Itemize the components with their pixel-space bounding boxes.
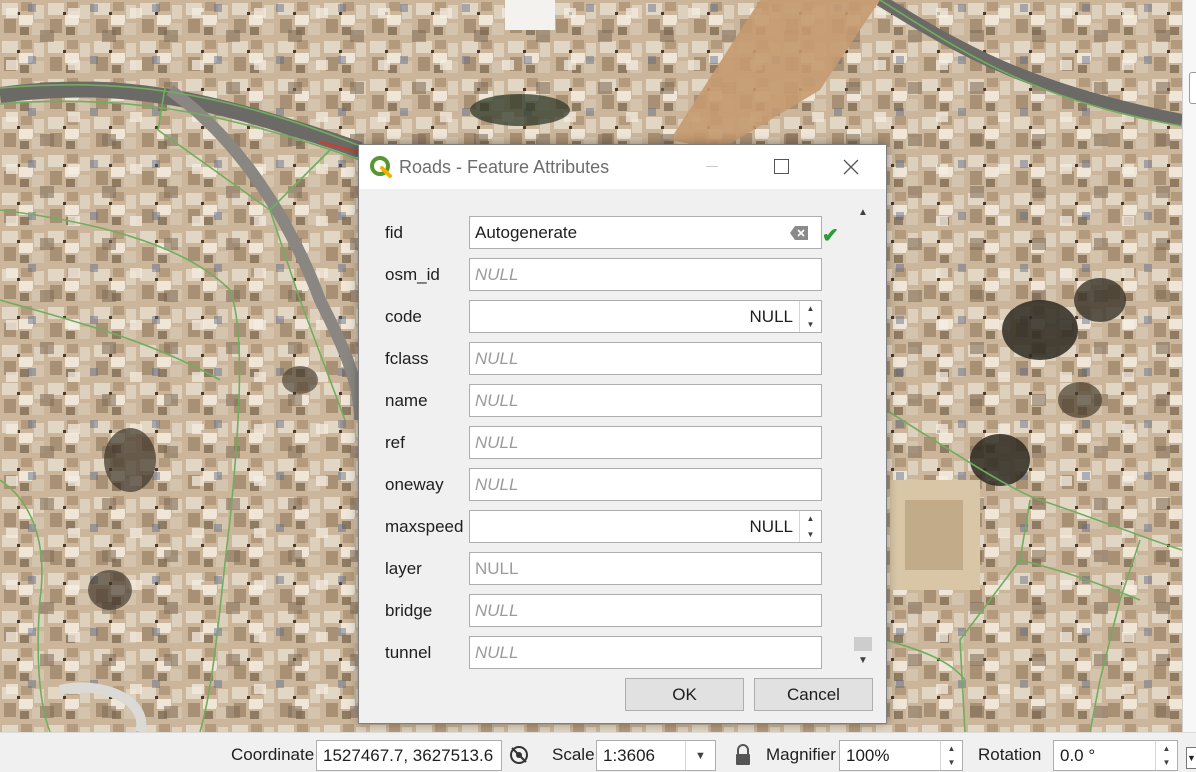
field-label-maxspeed: maxspeed <box>385 517 464 536</box>
field-label-name: name <box>385 391 428 410</box>
fclass-field[interactable]: NULL <box>469 342 822 375</box>
lock-icon[interactable] <box>733 744 753 766</box>
code-spinbox[interactable]: NULL ▲ ▼ <box>469 300 822 333</box>
scroll-down-icon[interactable]: ▼ <box>851 651 875 669</box>
field-label-layer: layer <box>385 559 422 578</box>
oneway-value: NULL <box>475 474 519 494</box>
layer-value: NULL <box>475 558 519 578</box>
coordinate-value: 1527467.7, 3627513.6 <box>323 745 494 765</box>
osm-id-value: NULL <box>475 264 519 284</box>
bridge-field[interactable]: NULL <box>469 594 822 627</box>
field-label-oneway: oneway <box>385 475 444 494</box>
ref-value: NULL <box>475 432 519 452</box>
field-label-osm-id: osm_id <box>385 265 440 284</box>
rotation-value: 0.0 ° <box>1060 745 1096 765</box>
oneway-field[interactable]: NULL <box>469 468 822 501</box>
form-scrollbar[interactable]: ▲ ▼ <box>851 203 875 669</box>
panel-collapse-handle[interactable] <box>1189 72 1196 104</box>
magnifier-value: 100% <box>846 745 890 765</box>
close-button[interactable] <box>816 145 886 189</box>
minimize-icon <box>706 166 718 167</box>
spin-up-icon[interactable]: ▲ <box>1156 741 1177 756</box>
field-label-fclass: fclass <box>385 349 429 368</box>
minimize-button[interactable] <box>677 145 747 189</box>
name-value: NULL <box>475 390 519 410</box>
scale-combobox[interactable]: 1:3606 ▼ <box>596 740 716 771</box>
spin-down-icon[interactable]: ▼ <box>800 527 821 543</box>
coordinate-label: Coordinate <box>231 745 315 764</box>
tunnel-value: NULL <box>475 642 519 662</box>
field-label-code: code <box>385 307 422 326</box>
scroll-up-icon[interactable]: ▲ <box>851 203 875 221</box>
qgis-logo-icon <box>370 156 392 178</box>
spin-up-icon[interactable]: ▲ <box>941 741 962 756</box>
code-value: NULL <box>749 306 793 326</box>
name-field[interactable]: NULL <box>469 384 822 417</box>
cancel-button[interactable]: Cancel <box>754 678 873 711</box>
field-label-ref: ref <box>385 433 405 452</box>
rotation-spinbox[interactable]: 0.0 ° ▲ ▼ <box>1053 740 1178 771</box>
render-toggle-icon[interactable] <box>507 743 531 767</box>
spin-up-icon[interactable]: ▲ <box>800 301 821 317</box>
fid-field[interactable]: Autogenerate <box>469 216 822 249</box>
map-scroll-edge <box>1182 0 1196 732</box>
maximize-icon <box>774 159 789 174</box>
close-icon <box>843 159 859 175</box>
messages-toggle-button[interactable]: ▼ <box>1186 747 1196 769</box>
layer-field[interactable]: NULL <box>469 552 822 585</box>
maximize-button[interactable] <box>747 145 817 189</box>
magnifier-label: Magnifier <box>766 745 836 764</box>
scroll-thumb[interactable] <box>854 637 872 651</box>
tunnel-field[interactable]: NULL <box>469 636 822 669</box>
bridge-value: NULL <box>475 600 519 620</box>
scale-label: Scale <box>552 745 595 764</box>
coordinate-input[interactable]: 1527467.7, 3627513.6 <box>316 740 502 771</box>
ok-button[interactable]: OK <box>625 678 744 711</box>
fid-value: Autogenerate <box>475 222 578 242</box>
spin-down-icon[interactable]: ▼ <box>1156 756 1177 771</box>
ref-field[interactable]: NULL <box>469 426 822 459</box>
scale-value: 1:3606 <box>603 745 655 765</box>
dialog-title: Roads - Feature Attributes <box>399 157 610 177</box>
valid-check-icon: ✔ <box>822 225 839 247</box>
status-bar: Coordinate 1527467.7, 3627513.6 Scale 1:… <box>0 732 1196 772</box>
field-label-bridge: bridge <box>385 601 433 620</box>
spin-up-icon[interactable]: ▲ <box>800 511 821 527</box>
field-label-fid: fid <box>385 223 403 242</box>
osm-id-field[interactable]: NULL <box>469 258 822 291</box>
field-label-tunnel: tunnel <box>385 643 432 662</box>
fclass-value: NULL <box>475 348 519 368</box>
dialog-titlebar[interactable]: Roads - Feature Attributes <box>359 145 886 189</box>
clear-field-icon[interactable] <box>789 225 809 241</box>
dropdown-arrow-icon[interactable]: ▼ <box>685 741 715 770</box>
spin-down-icon[interactable]: ▼ <box>800 317 821 333</box>
maxspeed-spinbox[interactable]: NULL ▲ ▼ <box>469 510 822 543</box>
feature-attributes-dialog: Roads - Feature Attributes fid Autogener… <box>358 144 887 724</box>
spin-down-icon[interactable]: ▼ <box>941 756 962 771</box>
rotation-label: Rotation <box>978 745 1042 764</box>
maxspeed-value: NULL <box>749 516 793 536</box>
magnifier-spinbox[interactable]: 100% ▲ ▼ <box>839 740 963 771</box>
